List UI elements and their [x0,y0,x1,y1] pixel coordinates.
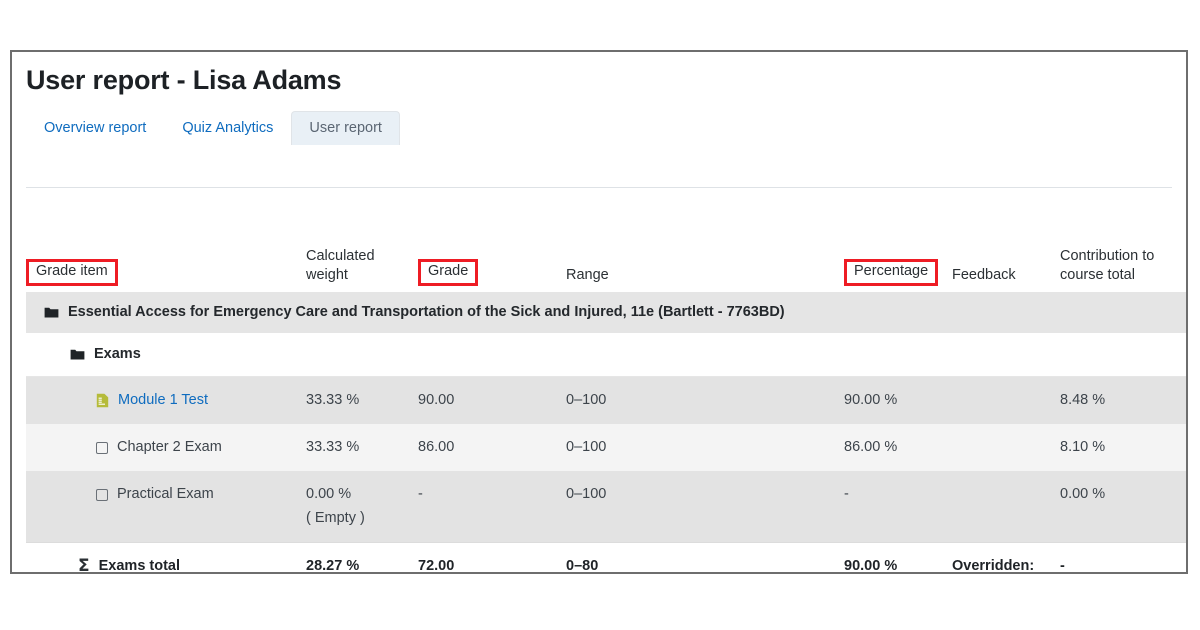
grade-item-label: Chapter 2 Exam [117,437,222,458]
tab-overview-report[interactable]: Overview report [26,111,164,146]
table-row-course: Essential Access for Emergency Care and … [26,292,1188,333]
percentage-highlight-box: Percentage [844,259,938,286]
total-calculated-weight-cell: 28.27 % [306,543,418,574]
table-row: Practical Exam 0.00 % ( Empty ) - 0–100 … [26,471,1188,543]
category-title-cell: Exams [26,333,1188,377]
folder-icon [70,348,85,361]
grade-item-cell: Chapter 2 Exam [26,424,306,471]
range-cell: 0–100 [566,377,844,425]
total-percentage-cell: 90.00 % [844,543,952,574]
tab-user-report[interactable]: User report [291,111,400,146]
total-label-cell: Σ Exams total [26,543,306,574]
quiz-document-icon [96,393,109,408]
calculated-weight-value: 0.00 % [306,486,351,502]
checkbox-outline-icon [96,489,108,501]
tab-quiz-analytics[interactable]: Quiz Analytics [164,111,291,146]
feedback-cell [952,471,1060,543]
tabs-divider [26,187,1172,188]
total-grade-cell: 72.00 [418,543,566,574]
table-row: Module 1 Test 33.33 % 90.00 0–100 90.00 … [26,377,1188,425]
total-contribution-cell: - [1060,543,1188,574]
range-cell: 0–100 [566,424,844,471]
total-range-cell: 0–80 [566,543,844,574]
category-title-text: Exams [94,344,141,365]
column-header-calculated-weight[interactable]: Calculated weight [306,200,418,292]
course-title-text: Essential Access for Emergency Care and … [68,302,785,323]
grade-item-highlight-box: Grade item [26,259,118,286]
contribution-cell: 8.48 % [1060,377,1188,425]
calculated-weight-empty-note: ( Empty ) [306,508,418,529]
percentage-cell: 90.00 % [844,377,952,425]
report-window-frame: User report - Lisa Adams Overview report… [10,50,1188,574]
contribution-cell: 8.10 % [1060,424,1188,471]
page-title: User report - Lisa Adams [12,52,1186,96]
grade-highlight-box: Grade [418,259,478,286]
total-label-text: Exams total [99,556,180,574]
column-header-percentage[interactable]: Percentage [844,200,952,292]
grade-item-link[interactable]: Module 1 Test [118,390,208,411]
table-row-category: Exams [26,333,1188,377]
contribution-cell: 0.00 % [1060,471,1188,543]
percentage-cell: - [844,471,952,543]
column-header-grade[interactable]: Grade [418,200,566,292]
percentage-cell: 86.00 % [844,424,952,471]
feedback-cell [952,377,1060,425]
column-header-range[interactable]: Range [566,200,844,292]
screenshot-canvas: User report - Lisa Adams Overview report… [0,0,1200,630]
grade-item-cell: Practical Exam [26,471,306,543]
grade-cell: 90.00 [418,377,566,425]
column-header-feedback[interactable]: Feedback [952,200,1060,292]
column-header-grade-item[interactable]: Grade item [26,200,306,292]
report-tabs: Overview report Quiz Analytics User repo… [26,109,1186,145]
course-title-cell: Essential Access for Emergency Care and … [26,292,1188,333]
grade-cell: 86.00 [418,424,566,471]
table-row: Chapter 2 Exam 33.33 % 86.00 0–100 86.00… [26,424,1188,471]
sigma-icon: Σ [78,558,90,574]
grade-cell: - [418,471,566,543]
range-cell: 0–100 [566,471,844,543]
folder-icon [44,306,59,319]
calculated-weight-cell: 0.00 % ( Empty ) [306,471,418,543]
column-header-contribution[interactable]: Contribution to course total [1060,200,1188,292]
grade-item-label: Practical Exam [117,484,214,505]
grade-item-cell: Module 1 Test [26,377,306,425]
user-report-table-container: Grade item Calculated weight Grade Range… [26,200,1186,572]
calculated-weight-cell: 33.33 % [306,424,418,471]
checkbox-outline-icon [96,442,108,454]
calculated-weight-cell: 33.33 % [306,377,418,425]
feedback-cell [952,424,1060,471]
total-feedback-cell: Overridden: [952,543,1060,574]
user-report-table: Grade item Calculated weight Grade Range… [26,200,1188,574]
table-header-row: Grade item Calculated weight Grade Range… [26,200,1188,292]
table-row-total: Σ Exams total 28.27 % 72.00 0–80 90.00 %… [26,543,1188,574]
